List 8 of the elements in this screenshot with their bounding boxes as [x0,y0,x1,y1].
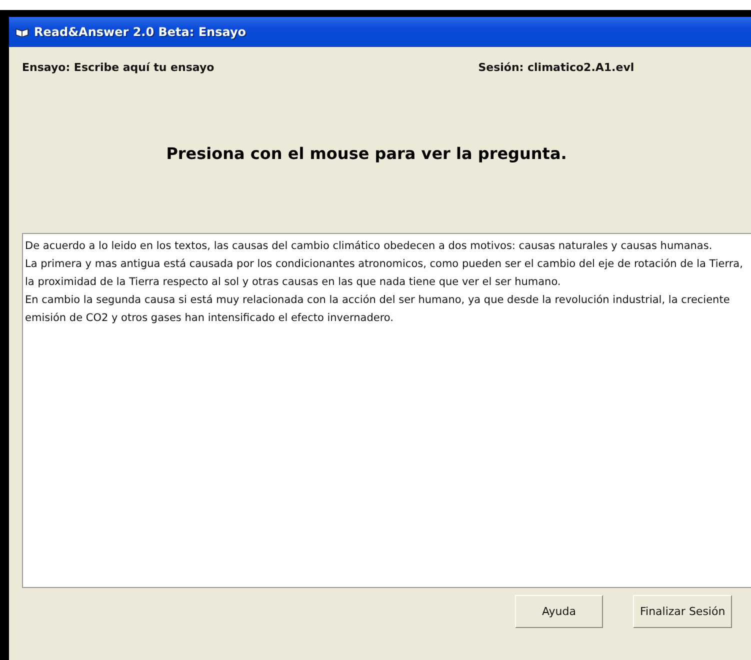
end-session-button[interactable]: Finalizar Sesión [633,595,732,628]
help-button[interactable]: Ayuda [515,595,603,628]
question-prompt[interactable]: Presiona con el mouse para ver la pregunta. [166,144,567,163]
essay-text-area[interactable]: De acuerdo a lo leido en los textos, las causas del cambio climático obedecen a dos motivos: causas naturales y causas humanas. La primera y mas antigua está causada por los condicionantes atronomicos, como pueden ser el cambio del eje de rotación de la Tierra, la proximidad de la Tierra respecto al sol y otras causas en las que nada tiene que ver el ser humano. En cambio la segunda causa si está muy relacionada con la acción del ser humano, ya que desde la revolución industrial, la creciente emisión de CO2 y otros gases han intensificado el efecto invernadero. [22,233,751,588]
essay-label: Ensayo: Escribe aquí tu ensayo [22,61,214,74]
session-label: Sesión: climatico2.A1.evl [478,61,634,74]
window-title: Read&Answer 2.0 Beta: Ensayo [34,25,246,39]
book-icon [15,27,29,37]
